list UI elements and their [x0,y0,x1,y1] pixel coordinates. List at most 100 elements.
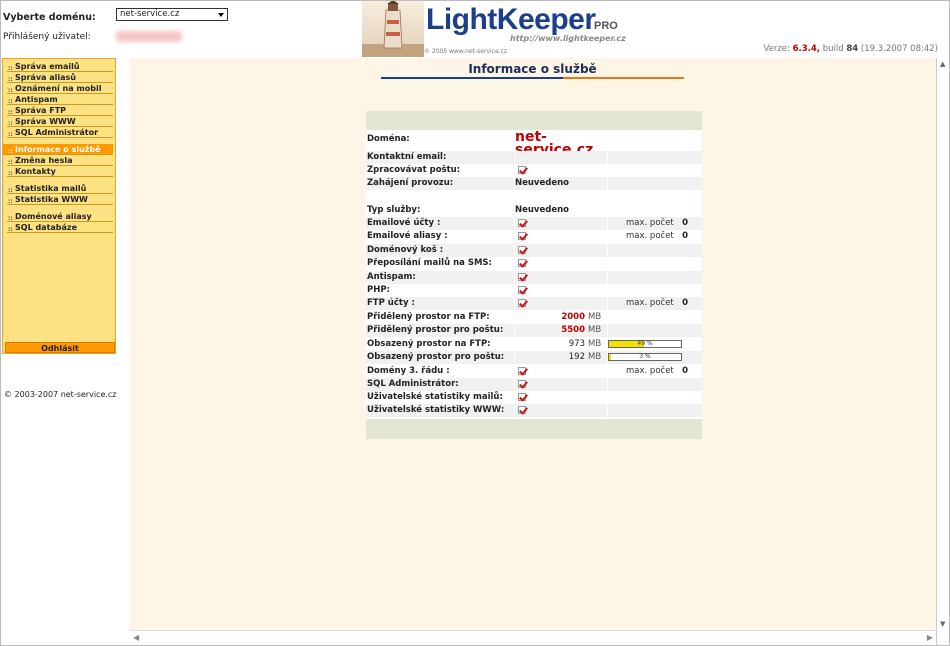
table-row: Emailové aliasy : max. počet 0 [366,230,702,243]
max-count-value: 0 [682,298,688,308]
unit: MB [588,339,602,349]
sidebar-item-antispam[interactable]: :: Antispam [7,94,113,105]
table-row: Zahájení provozu: Neuvedeno [366,177,702,190]
max-count-value: 0 [682,366,688,376]
check-icon [518,259,526,267]
scroll-left-icon[interactable]: ◀ [133,633,139,642]
mail-space-value: 5500 [561,325,585,335]
row-label: SQL Administrátor: [366,378,514,391]
logout-button[interactable]: Odhlásit [5,342,115,353]
type-value: Neuvedeno [515,205,569,215]
sidebar-item-sprava-ftp[interactable]: :: Správa FTP [7,105,113,116]
max-count-value: 0 [682,231,688,241]
row-label: Kontaktní email: [366,151,514,164]
scroll-down-icon[interactable]: ▼ [940,620,945,628]
service-info-table: Doména: net-service.cz Kontaktní email: … [366,111,702,439]
row-label: Emailové účty : [366,217,514,230]
check-icon [518,367,526,375]
build-date: (19.3.2007 08:42) [860,44,938,54]
unit: MB [588,325,602,335]
row-label: FTP účty : [366,297,514,310]
table-row: Obsazený prostor pro poštu: 192 MB 3 % [366,351,702,364]
sidebar-item-kontakty[interactable]: :: Kontakty [7,166,113,177]
sidebar-item-statistika-www[interactable]: :: Statistika WWW [7,194,113,205]
row-label: PHP: [367,285,390,295]
sidebar-item-sql-administrator[interactable]: :: SQL Administrátor [7,127,113,138]
mail-used-value: 192 [568,352,585,362]
table-row: PHP: [366,284,702,297]
sidebar-item-statistika-mailu[interactable]: :: Statistika mailů [7,183,113,194]
row-label: Emailové aliasy : [367,231,448,241]
ftp-space-value: 2000 [561,312,585,322]
sidebar-item-zmena-hesla[interactable]: :: Změna hesla [7,155,113,166]
check-icon [518,393,526,401]
scroll-right-icon[interactable]: ▶ [927,633,933,642]
bullet-icon: :: [8,198,13,205]
max-count-label: max. počet [626,231,674,241]
sidebar-menu: :: Správa emailů :: Správa aliasů :: Oznáme… [2,58,116,354]
lighthouse-icon [362,0,424,57]
horizontal-scrollbar[interactable]: ◀ ▶ [130,630,936,644]
sidebar-item-oznameni-na-mobil[interactable]: :: Oznámení na mobil [7,83,113,94]
table-row: Přidělený prostor pro poštu: 5500 MB [366,324,702,337]
bullet-icon: :: [8,226,13,233]
unit: MB [588,352,602,362]
page-title: Informace o službě [468,62,597,76]
row-label: Obsazený prostor pro poštu: [366,351,514,364]
row-label: Domény 3. řádu : [367,366,450,376]
table-row: Obsazený prostor na FTP: 973 MB 49 % [366,338,702,351]
table-row: Uživatelské statistiky WWW: [366,404,702,417]
table-row: Antispam: [366,271,702,284]
table-row: SQL Administrátor: [366,378,702,391]
start-value: Neuvedeno [515,177,607,190]
domain-select-value: net-service.cz [120,9,180,19]
max-count-label: max. počet [626,298,674,308]
row-label: Obsazený prostor na FTP: [367,339,491,349]
sidebar-item-sprava-aliasu[interactable]: :: Správa aliasů [7,72,113,83]
version-value: 6.3.4, [792,44,821,54]
chevron-down-icon[interactable] [218,13,224,17]
table-row: Přeposílání mailů na SMS: [366,257,702,270]
table-row: Kontaktní email: [366,151,702,164]
row-label: Doménový koš : [366,244,514,257]
sidebar-item-sql-databaze[interactable]: :: SQL databáze [7,222,113,233]
mail-usage-bar: 3 % [608,353,682,361]
vertical-scrollbar[interactable]: ▲ ▼ [936,58,950,646]
row-label: Uživatelské statistiky WWW: [366,404,514,417]
footer-copyright: © 2003-2007 net-service.cz [4,390,117,399]
bullet-icon: :: [8,170,13,177]
row-label: Přeposílání mailů na SMS: [367,258,492,268]
ftp-used-value: 973 [568,339,585,349]
max-count-value: 0 [682,218,688,228]
version-info: Verze: 6.3.4, build 84 (19.3.2007 08:42) [763,44,938,54]
sidebar-item-domenove-aliasy[interactable]: :: Doménové aliasy [7,211,113,222]
sidebar-item-sprava-www[interactable]: :: Správa WWW [7,116,113,127]
logo-url: http://www.lightkeeper.cz [510,34,626,43]
logged-user-name-blurred [116,31,182,42]
row-label: Přidělený prostor pro poštu: [366,324,514,337]
logged-user-label: Přihlášený uživatel: [3,32,91,42]
logo-text: LightKeeper [426,3,596,36]
check-icon [518,166,526,174]
domain-select[interactable]: net-service.cz [116,8,228,21]
scroll-up-icon[interactable]: ▲ [940,60,945,68]
check-icon [518,246,526,254]
check-icon [518,219,526,227]
check-icon [518,286,526,294]
bullet-icon: :: [8,131,13,138]
sidebar-item-sprava-emailu[interactable]: :: Správa emailů [7,61,113,72]
table-row: FTP účty : max. počet 0 [366,297,702,310]
row-label: Typ služby: [367,205,421,215]
row-label: Přidělený prostor na FTP: [367,312,490,322]
ftp-usage-bar: 49 % [608,340,682,348]
build-label: build [822,44,844,54]
max-count-label: max. počet [626,366,674,376]
table-row: Doménový koš : [366,244,702,257]
table-row: Typ služby: Neuvedeno [366,204,702,217]
version-label: Verze: [763,44,790,54]
row-label: Zahájení provozu: [366,177,514,190]
table-row: Doména: net-service.cz [366,130,702,157]
sidebar-item-informace-o-sluzbe[interactable]: :: Informace o službě [3,144,113,155]
row-label: Uživatelské statistiky mailů: [367,392,503,402]
table-row: Emailové účty : max. počet 0 [366,217,702,230]
